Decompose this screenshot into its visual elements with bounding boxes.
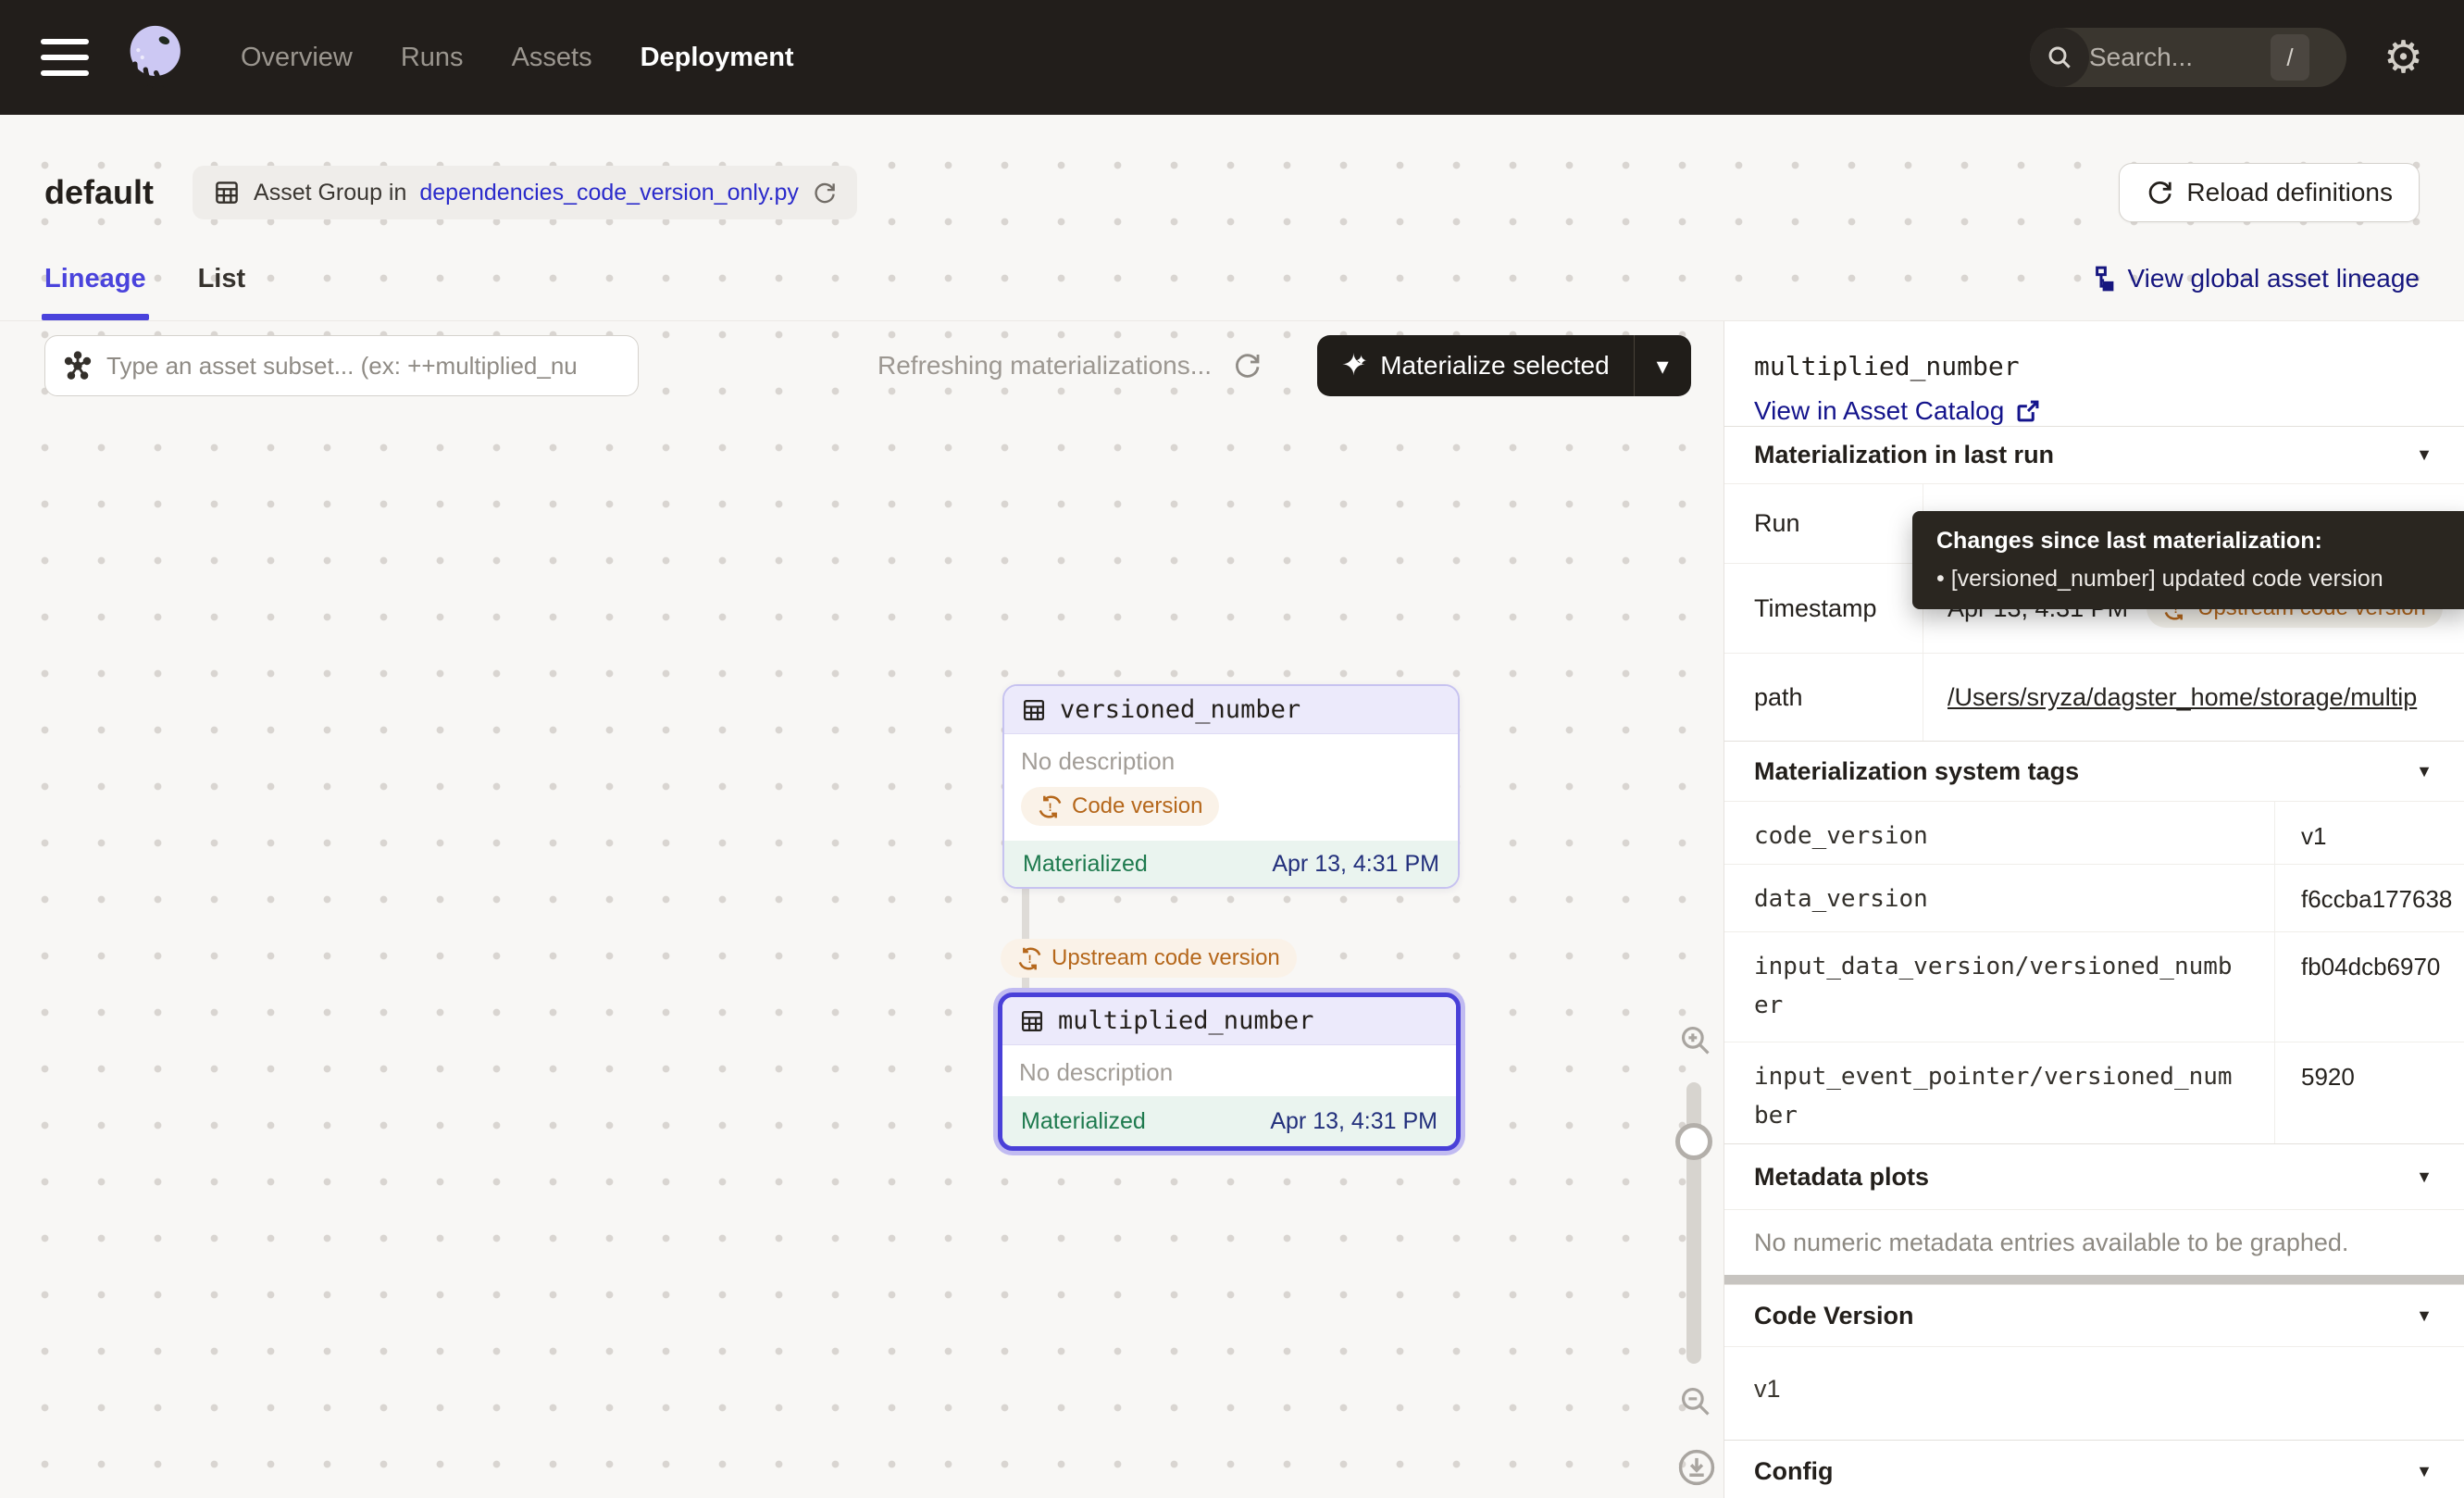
chevron-down-icon[interactable]: ▼: [2416, 1462, 2433, 1481]
page-content: default Asset Group in dependencies_code…: [0, 115, 2464, 1498]
zoom-out-icon[interactable]: [1678, 1384, 1713, 1419]
settings-gear-icon[interactable]: ⚙: [2383, 35, 2423, 80]
asset-group-label: Asset Group in: [254, 180, 406, 206]
tab-list[interactable]: List: [198, 237, 246, 320]
materialized-status: Materialized: [1023, 851, 1148, 878]
sparkle-icon: ✦✦: [1341, 350, 1367, 381]
asset-name: versioned_number: [1060, 695, 1300, 724]
asset-subset-input[interactable]: [106, 352, 621, 381]
section-materialization-last-run[interactable]: Materialization in last run ▼: [1724, 426, 2464, 483]
section-config[interactable]: Config ▼: [1724, 1440, 2464, 1498]
lineage-edge: [1022, 877, 1029, 997]
primary-nav: Overview Runs Assets Deployment: [241, 43, 794, 73]
reload-icon: [2146, 179, 2173, 206]
menu-icon[interactable]: [41, 39, 89, 76]
asset-node-versioned-number[interactable]: versioned_number No description ! Code v…: [1002, 684, 1460, 889]
nav-item-deployment[interactable]: Deployment: [641, 43, 794, 73]
materialized-timestamp[interactable]: Apr 13, 4:31 PM: [1272, 851, 1439, 878]
page-title: default: [44, 173, 154, 212]
zoom-in-icon[interactable]: [1678, 1023, 1713, 1058]
asset-group-icon: [213, 179, 241, 206]
asset-subset-filter[interactable]: [44, 335, 639, 396]
changes-tooltip: Changes since last materialization: • [v…: [1912, 511, 2464, 609]
asset-description: No description: [1004, 734, 1458, 785]
external-link-icon: [2015, 398, 2041, 424]
edge-upstream-code-version-tag[interactable]: ! Upstream code version: [1001, 939, 1297, 978]
materialized-timestamp[interactable]: Apr 13, 4:31 PM: [1270, 1108, 1437, 1135]
nav-item-overview[interactable]: Overview: [241, 43, 353, 73]
refresh-icon[interactable]: [812, 181, 837, 206]
zoom-slider-handle[interactable]: [1675, 1123, 1712, 1160]
download-image-icon[interactable]: [1676, 1447, 1717, 1488]
graph-filter-icon: [62, 350, 93, 381]
materialize-dropdown-caret[interactable]: ▾: [1634, 335, 1691, 396]
asset-group-file-link[interactable]: dependencies_code_version_only.py: [419, 180, 799, 206]
nav-item-assets[interactable]: Assets: [512, 43, 592, 73]
chevron-down-icon[interactable]: ▼: [2416, 1306, 2433, 1326]
section-system-tags[interactable]: Materialization system tags ▼: [1724, 741, 2464, 801]
section-metadata-plots[interactable]: Metadata plots ▼: [1724, 1143, 2464, 1209]
asset-details-panel: multiplied_number View in Asset Catalog …: [1724, 321, 2464, 1498]
chevron-down-icon[interactable]: ▼: [2416, 762, 2433, 781]
horizontal-scrollbar[interactable]: [1724, 1275, 2464, 1284]
materialized-status: Materialized: [1021, 1108, 1146, 1135]
asset-name: multiplied_number: [1058, 1006, 1313, 1035]
panel-asset-title: multiplied_number: [1754, 351, 2434, 381]
page-header: default Asset Group in dependencies_code…: [0, 115, 2464, 237]
refresh-materializations-icon[interactable]: [1232, 351, 1262, 381]
asset-node-multiplied-number[interactable]: multiplied_number No description Materia…: [998, 992, 1461, 1151]
svg-text:!: !: [1027, 953, 1031, 966]
search-shortcut-badge: /: [2271, 34, 2309, 81]
refresh-status: Refreshing materializations...: [877, 335, 1262, 396]
global-search[interactable]: /: [2030, 28, 2346, 87]
top-nav: Overview Runs Assets Deployment / ⚙: [0, 0, 2464, 115]
search-input[interactable]: [2089, 43, 2246, 72]
materialize-selected-button[interactable]: ✦✦ Materialize selected ▾: [1317, 335, 1691, 396]
view-global-lineage-link[interactable]: View global asset lineage: [2087, 264, 2420, 293]
asset-description: No description: [1002, 1045, 1456, 1096]
storage-path-link[interactable]: /Users/sryza/dagster_home/storage/multip: [1948, 683, 2417, 712]
asset-group-pill[interactable]: Asset Group in dependencies_code_version…: [193, 166, 857, 219]
search-icon: [2030, 28, 2089, 87]
tab-lineage[interactable]: Lineage: [44, 237, 146, 320]
svg-text:!: !: [1048, 801, 1052, 814]
asset-table-icon: [1021, 697, 1047, 723]
lineage-graph-icon: [2087, 265, 2115, 293]
code-version-value: v1: [1724, 1346, 2464, 1440]
reload-definitions-button[interactable]: Reload definitions: [2119, 163, 2420, 222]
metadata-plots-note: No numeric metadata entries available to…: [1724, 1209, 2464, 1275]
lineage-graph-canvas[interactable]: Refreshing materializations... ✦✦ Materi…: [0, 321, 1724, 1498]
tag-row-input-event-pointer: input_event_pointer/versioned_number 592…: [1724, 1042, 2464, 1143]
nav-item-runs[interactable]: Runs: [401, 43, 464, 73]
chevron-down-icon[interactable]: ▼: [2416, 445, 2433, 465]
dagster-logo-icon[interactable]: [115, 19, 193, 96]
sync-alert-icon: !: [1017, 946, 1042, 971]
view-in-asset-catalog-link[interactable]: View in Asset Catalog: [1754, 396, 2434, 426]
section-code-version[interactable]: Code Version ▼: [1724, 1284, 2464, 1346]
row-path: path /Users/sryza/dagster_home/storage/m…: [1724, 653, 2464, 741]
asset-table-icon: [1019, 1008, 1045, 1034]
sync-alert-icon: !: [1038, 794, 1063, 819]
chevron-down-icon[interactable]: ▼: [2416, 1167, 2433, 1187]
tag-row-data-version: data_version f6ccba177638: [1724, 864, 2464, 931]
view-tabs: Lineage List View global asset lineage: [0, 237, 2464, 320]
tooltip-title: Changes since last materialization:: [1936, 528, 2447, 555]
tag-row-code-version: code_version v1: [1724, 801, 2464, 864]
tag-row-input-data-version: input_data_version/versioned_number fb04…: [1724, 931, 2464, 1042]
tooltip-item: • [versioned_number] updated code versio…: [1936, 566, 2447, 593]
code-version-tag[interactable]: ! Code version: [1021, 787, 1219, 826]
